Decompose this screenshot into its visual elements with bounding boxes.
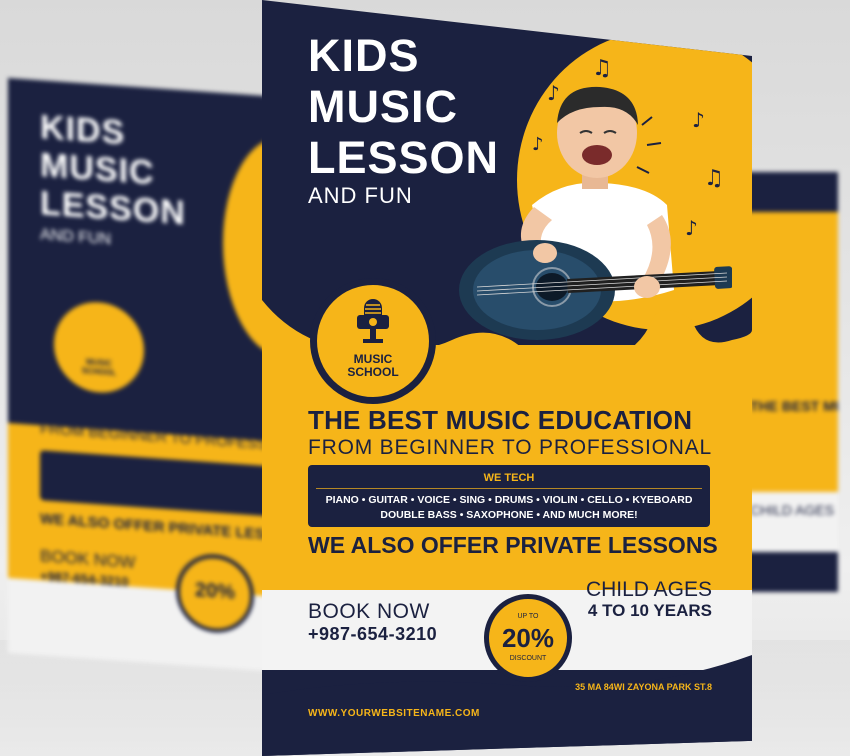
phone-number: +987-654-3210 bbox=[308, 624, 438, 644]
main-flyer: ♫ ♪ ♪ ♫ ♪ ♪ KIDS MUSIC LESSON AND FUN MU… bbox=[262, 0, 752, 756]
child-ages-label: CHILD AGES bbox=[585, 578, 712, 601]
book-now-label: BOOK NOW bbox=[308, 600, 430, 623]
microphone-icon bbox=[357, 299, 389, 343]
svg-text:♪: ♪ bbox=[685, 216, 698, 240]
flyer-subtitle: AND FUN bbox=[308, 183, 413, 208]
courses-divider bbox=[316, 488, 702, 489]
logo-text: MUSIC SCHOOL bbox=[347, 352, 399, 379]
address-text: 35 MA 84WI ZAYONA PARK ST.8 bbox=[575, 682, 712, 692]
back-logo: MUSIC SCHOOL bbox=[48, 292, 150, 402]
discount-badge: UP TO 20% DISCOUNT bbox=[484, 594, 572, 682]
back-right-navy-top bbox=[742, 172, 838, 212]
music-school-logo: MUSIC SCHOOL bbox=[310, 278, 436, 404]
back-flyer-left: KIDS MUSIC LESSON AND FUN MUSIC SCHOOL THE … bbox=[8, 78, 270, 672]
courses-box: WE TECH PIANO • GUITAR • VOICE • SING • … bbox=[308, 465, 710, 527]
svg-text:♪: ♪ bbox=[532, 134, 544, 155]
courses-heading: WE TECH bbox=[483, 472, 535, 484]
website-url: WWW.YOURWEBSITENAME.COM bbox=[308, 708, 480, 719]
courses-list: PIANO • GUITAR • VOICE • SING • DRUMS • … bbox=[325, 494, 693, 521]
svg-text:♫: ♫ bbox=[592, 56, 612, 81]
back-right-white-band bbox=[742, 492, 838, 552]
child-ages-value: 4 TO 10 YEARS bbox=[587, 601, 712, 620]
back-right-headline: THE BEST MUSIC EDUCATION bbox=[750, 398, 838, 414]
private-lessons-text: WE ALSO OFFER PRIVATE LESSONS bbox=[308, 532, 718, 558]
discount-value: 20% bbox=[501, 623, 555, 653]
subheadline: FROM BEGINNER TO PROFESSIONAL bbox=[308, 436, 712, 459]
svg-text:♪: ♪ bbox=[547, 81, 560, 105]
headline: THE BEST MUSIC EDUCATION bbox=[308, 405, 693, 435]
discount-label: DISCOUNT bbox=[509, 655, 547, 662]
flyer-title: KIDS MUSIC LESSON bbox=[308, 30, 500, 183]
back-flyer-right: THE BEST MUSIC EDUCATION CHILD AGES bbox=[742, 172, 838, 592]
back-title: KIDS MUSIC LESSON bbox=[40, 108, 186, 233]
svg-text:♪: ♪ bbox=[692, 108, 705, 132]
back-right-child-ages: CHILD AGES bbox=[750, 502, 835, 518]
back-subtitle: AND FUN bbox=[40, 226, 112, 249]
back-right-navy-bottom bbox=[742, 552, 838, 592]
svg-text:♫: ♫ bbox=[704, 166, 724, 191]
discount-up-to: UP TO bbox=[517, 613, 539, 620]
